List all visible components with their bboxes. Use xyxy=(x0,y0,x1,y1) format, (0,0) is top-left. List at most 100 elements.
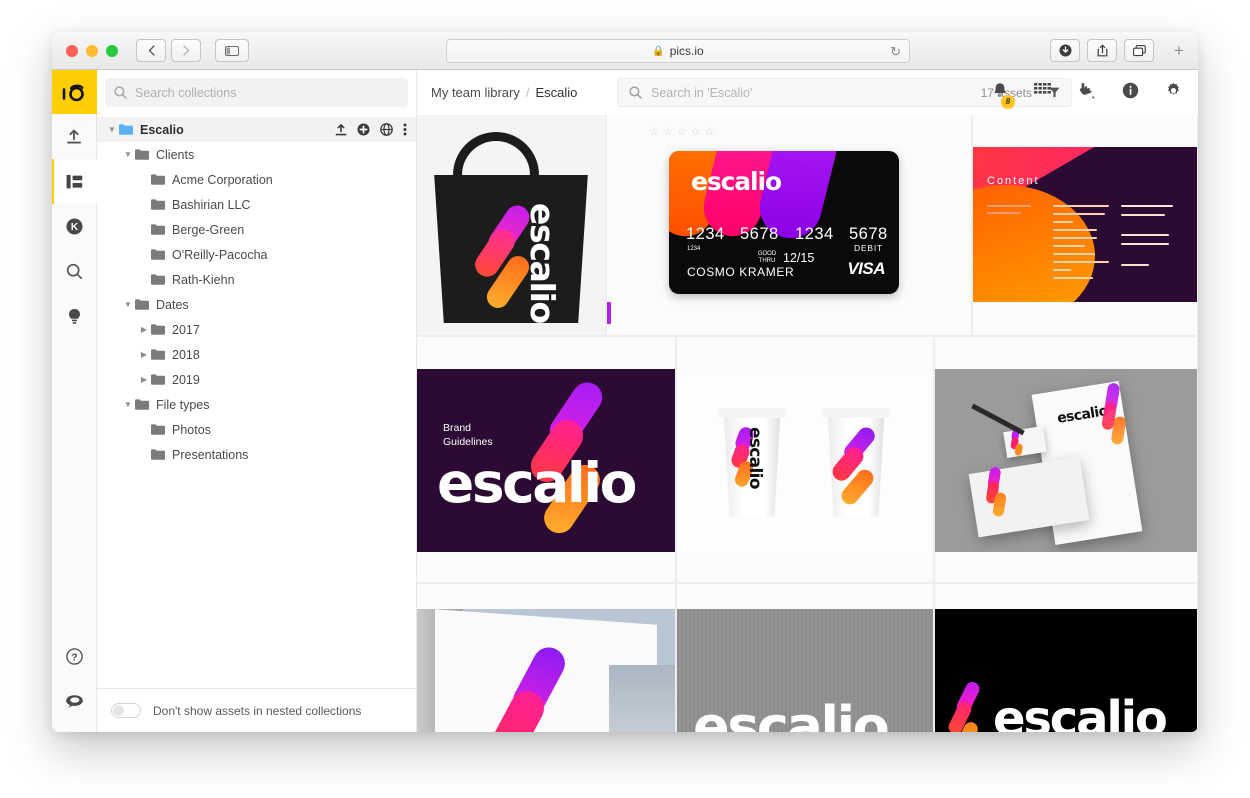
tote-bag-mockup: escalio xyxy=(417,115,605,335)
sidebar-item-upload[interactable] xyxy=(52,114,97,159)
breadcrumb-root[interactable]: My team library xyxy=(431,85,520,100)
tree-item-2017[interactable]: ▶ 2017 xyxy=(97,317,416,342)
card-brand: escalio xyxy=(691,167,782,196)
folder-icon xyxy=(151,249,172,260)
info-icon xyxy=(1122,82,1139,98)
sidebar-item-search[interactable] xyxy=(52,249,97,294)
sidebar-item-help[interactable]: ? xyxy=(52,634,97,679)
sidebar-item-keywords[interactable]: K xyxy=(52,204,97,249)
maximize-window-button[interactable] xyxy=(106,44,118,57)
more-menu-icon[interactable] xyxy=(403,123,407,136)
asset-card-wall-signage[interactable]: escalio xyxy=(677,584,933,732)
chevron-down-icon[interactable]: ▼ xyxy=(121,400,135,409)
tree-item-acme-corporation[interactable]: Acme Corporation xyxy=(97,167,416,192)
rating-star-3[interactable]: ☆ xyxy=(677,125,687,138)
rating-star-4[interactable]: ☆ xyxy=(691,125,701,138)
credit-card-mockup: escalio 1234 5678 1234 5678 1234 GOOD TH… xyxy=(669,151,899,294)
tree-item-label: O'Reilly-Pacocha xyxy=(172,247,268,262)
folder-icon xyxy=(151,349,172,360)
info-button[interactable] xyxy=(1122,82,1139,104)
tab-overview-icon[interactable] xyxy=(1124,39,1154,62)
address-bar[interactable]: 🔒 pics.io ↻ xyxy=(446,39,910,63)
chevron-down-icon[interactable]: ▼ xyxy=(121,150,135,159)
folder-icon xyxy=(151,449,172,460)
tree-item-o-reilly-pacocha[interactable]: O'Reilly-Pacocha xyxy=(97,242,416,267)
folder-icon xyxy=(151,374,172,385)
cover-wordmark: escalio xyxy=(437,451,637,515)
screenshot-root: 🔒 pics.io ↻ + K ? Search collections ▼ E… xyxy=(0,0,1250,798)
tree-item-label: File types xyxy=(156,397,210,412)
tree-item-label: Bashirian LLC xyxy=(172,197,251,212)
tree-item-clients[interactable]: ▼ Clients xyxy=(97,142,416,167)
close-window-button[interactable] xyxy=(66,44,78,57)
app-logo[interactable] xyxy=(52,70,97,114)
rating-stars[interactable]: ☆ ☆ ☆ ☆ ☆ xyxy=(649,125,714,138)
tree-item-file-types[interactable]: ▼ File types xyxy=(97,392,416,417)
new-tab-button[interactable]: + xyxy=(1166,38,1192,64)
rating-star-2[interactable]: ☆ xyxy=(663,125,673,138)
sidebar-item-inspiration[interactable] xyxy=(52,294,97,339)
card-expiry: 12/15 xyxy=(783,251,815,265)
chevron-right-icon[interactable]: ▶ xyxy=(137,375,151,384)
settings-button[interactable] xyxy=(1165,82,1182,104)
tree-item-photos[interactable]: Photos xyxy=(97,417,416,442)
tree-item-bashirian-llc[interactable]: Bashirian LLC xyxy=(97,192,416,217)
tree-item-label: Photos xyxy=(172,422,211,437)
browser-titlebar: 🔒 pics.io ↻ + xyxy=(52,32,1198,70)
nested-assets-toggle-row[interactable]: Don't show assets in nested collections xyxy=(97,688,416,732)
asset-card-stationery[interactable]: escalio xyxy=(935,337,1197,582)
notifications-bell-button[interactable]: 8 xyxy=(992,82,1015,109)
tree-item-escalio[interactable]: ▼ Escalio xyxy=(97,117,416,142)
tree-item-label: 2017 xyxy=(172,322,200,337)
upload-icon xyxy=(67,129,81,144)
rating-star-1[interactable]: ☆ xyxy=(649,125,659,138)
cursor-tool-button[interactable] xyxy=(1077,82,1096,104)
share-icon[interactable] xyxy=(1087,39,1117,62)
tree-item-label: 2019 xyxy=(172,372,200,387)
tree-item-presentations[interactable]: Presentations xyxy=(97,442,416,467)
asset-grid: escalio ☆ ☆ ☆ ☆ ☆ escalio 1234 5678 1234… xyxy=(417,115,1198,732)
search-collections-input[interactable]: Search collections xyxy=(105,78,408,107)
chevron-down-icon[interactable]: ▼ xyxy=(121,300,135,309)
download-icon[interactable] xyxy=(1050,39,1080,62)
tree-item-dates[interactable]: ▼ Dates xyxy=(97,292,416,317)
rating-star-5[interactable]: ☆ xyxy=(705,125,715,138)
collections-panel: Search collections ▼ Escalio ▼ Clients Acme … xyxy=(97,70,417,732)
notifications-badge: 8 xyxy=(1001,94,1015,109)
asset-card-coffee-cups[interactable]: escalio xyxy=(677,337,933,582)
chevron-right-icon[interactable]: ▶ xyxy=(137,350,151,359)
chevron-right-icon[interactable]: ▶ xyxy=(137,325,151,334)
tree-item-rath-kiehn[interactable]: Rath-Kiehn xyxy=(97,267,416,292)
tree-item-label: Clients xyxy=(156,147,195,162)
asset-card-brand-guidelines[interactable]: Brand Guidelines escalio xyxy=(417,337,675,582)
chat-icon xyxy=(66,695,83,708)
tree-item-berge-green[interactable]: Berge-Green xyxy=(97,217,416,242)
chevron-down-icon[interactable]: ▼ xyxy=(105,125,119,134)
cover-subtitle: Brand Guidelines xyxy=(443,421,493,449)
card-number-4: 5678 xyxy=(849,225,888,243)
asset-card-content-slide[interactable]: Content xyxy=(973,115,1197,335)
tree-item-2018[interactable]: ▶ 2018 xyxy=(97,342,416,367)
forward-button[interactable] xyxy=(171,39,201,62)
website-icon[interactable] xyxy=(380,123,393,136)
asset-card-credit-card[interactable]: ☆ ☆ ☆ ☆ ☆ escalio 1234 5678 1234 5678 1234 G… xyxy=(607,115,971,335)
asset-card-billboard[interactable]: escalio xyxy=(417,584,675,732)
minimize-window-button[interactable] xyxy=(86,44,98,57)
grid-view-button[interactable] xyxy=(1034,83,1051,102)
sidebar-item-collections[interactable] xyxy=(52,159,97,204)
reload-icon[interactable]: ↻ xyxy=(890,44,901,60)
asset-card-tote-bag[interactable]: escalio xyxy=(417,115,605,335)
upload-icon[interactable] xyxy=(335,123,347,136)
card-good-thru-label: GOOD THRU xyxy=(757,251,777,264)
back-button[interactable] xyxy=(136,39,166,62)
breadcrumb: My team library / Escalio xyxy=(431,85,577,100)
sidebar-item-chat[interactable] xyxy=(52,679,97,724)
breadcrumb-current[interactable]: Escalio xyxy=(535,85,577,100)
asset-card-logo-black[interactable]: escalio xyxy=(935,584,1197,732)
nested-assets-toggle[interactable] xyxy=(111,703,141,718)
add-collection-icon[interactable] xyxy=(357,123,370,136)
tree-item-2019[interactable]: ▶ 2019 xyxy=(97,367,416,392)
window-traffic-lights xyxy=(66,44,118,57)
sidebar-toggle-icon[interactable] xyxy=(215,39,249,62)
folder-icon xyxy=(135,149,156,160)
